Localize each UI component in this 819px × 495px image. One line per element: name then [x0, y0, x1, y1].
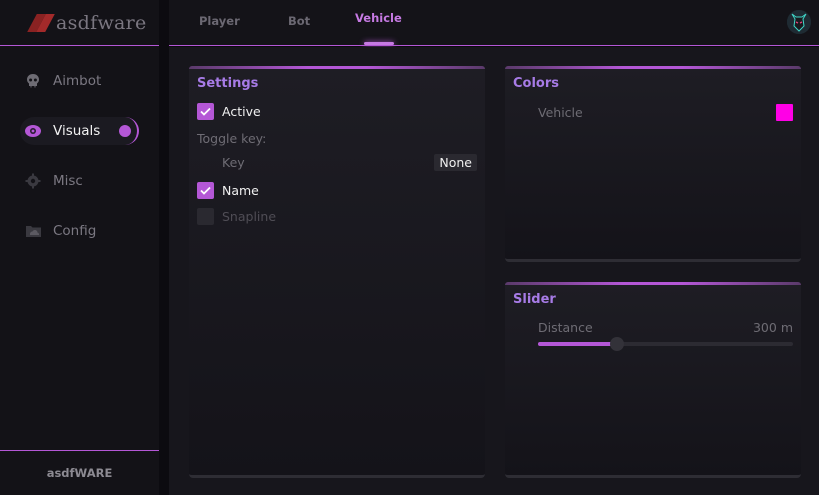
distance-value: 300 m: [752, 320, 793, 335]
toggle-key-label-row: Toggle key:: [197, 131, 266, 146]
sidebar-footer: asdfWARE: [0, 450, 159, 495]
skull-icon: [24, 72, 42, 90]
distance-label: Distance: [538, 320, 593, 335]
vehicle-color-label: Vehicle: [538, 105, 583, 120]
sidebar-item-label: Visuals: [53, 123, 101, 139]
sidebar-item-visuals[interactable]: Visuals: [0, 116, 159, 146]
tab-player[interactable]: Player: [199, 14, 240, 28]
active-checkbox-row[interactable]: Active: [197, 103, 261, 120]
panel-accent-bar: [505, 282, 801, 285]
sidebar-item-label: Misc: [53, 173, 83, 189]
sidebar-item-label: Aimbot: [53, 73, 102, 89]
check-icon: [200, 107, 211, 116]
colors-panel: Colors Vehicle: [505, 66, 801, 262]
name-label: Name: [222, 183, 259, 198]
sidebar-item-misc[interactable]: Misc: [0, 166, 159, 196]
distance-slider-fill: [538, 342, 618, 346]
snapline-checkbox[interactable]: [197, 208, 214, 225]
settings-panel: Settings Active Toggle key: Key None Nam…: [189, 66, 485, 478]
colors-title: Colors: [513, 76, 560, 91]
sidebar: asdfware Aimbot Visuals Misc Config asdf…: [0, 0, 159, 495]
vehicle-color-row: Vehicle: [538, 105, 583, 120]
brand-name: asdfware: [56, 11, 147, 34]
logo: asdfware: [0, 0, 159, 46]
top-tab-bar: Player Bot Vehicle: [169, 0, 819, 46]
toggle-key-label: Toggle key:: [197, 131, 267, 146]
active-checkbox[interactable]: [197, 103, 214, 120]
settings-title: Settings: [197, 76, 259, 91]
distance-slider-thumb[interactable]: [610, 337, 625, 351]
active-label: Active: [222, 104, 261, 119]
panel-accent-bar: [189, 66, 485, 69]
key-label: Key: [222, 155, 245, 170]
distance-row: Distance 300 m: [538, 320, 793, 335]
name-checkbox-row[interactable]: Name: [197, 182, 259, 199]
tab-vehicle[interactable]: Vehicle: [355, 11, 402, 25]
vehicle-color-swatch[interactable]: [776, 104, 793, 121]
folder-icon: [24, 222, 42, 240]
key-row: Key None: [222, 154, 477, 171]
name-checkbox[interactable]: [197, 182, 214, 199]
panel-accent-bar: [505, 66, 801, 69]
distance-slider[interactable]: [538, 337, 793, 351]
eye-icon: [24, 122, 42, 140]
gear-icon: [24, 172, 42, 190]
avatar[interactable]: [787, 10, 811, 34]
sidebar-nav: Aimbot Visuals Misc Config: [0, 66, 159, 266]
logo-mark-icon: [27, 12, 55, 34]
slider-panel: Slider Distance 300 m: [505, 282, 801, 478]
snapline-checkbox-row[interactable]: Snapline: [197, 208, 276, 225]
check-icon: [200, 186, 211, 195]
sidebar-item-aimbot[interactable]: Aimbot: [0, 66, 159, 96]
slider-title: Slider: [513, 292, 556, 307]
sidebar-item-label: Config: [53, 223, 97, 239]
active-indicator-dot: [119, 125, 131, 137]
key-bind-button[interactable]: None: [434, 154, 477, 171]
active-tab-underline: [364, 42, 394, 45]
sidebar-item-config[interactable]: Config: [0, 216, 159, 246]
tab-bot[interactable]: Bot: [288, 14, 310, 28]
snapline-label: Snapline: [222, 209, 277, 224]
main-content: Settings Active Toggle key: Key None Nam…: [169, 47, 819, 495]
